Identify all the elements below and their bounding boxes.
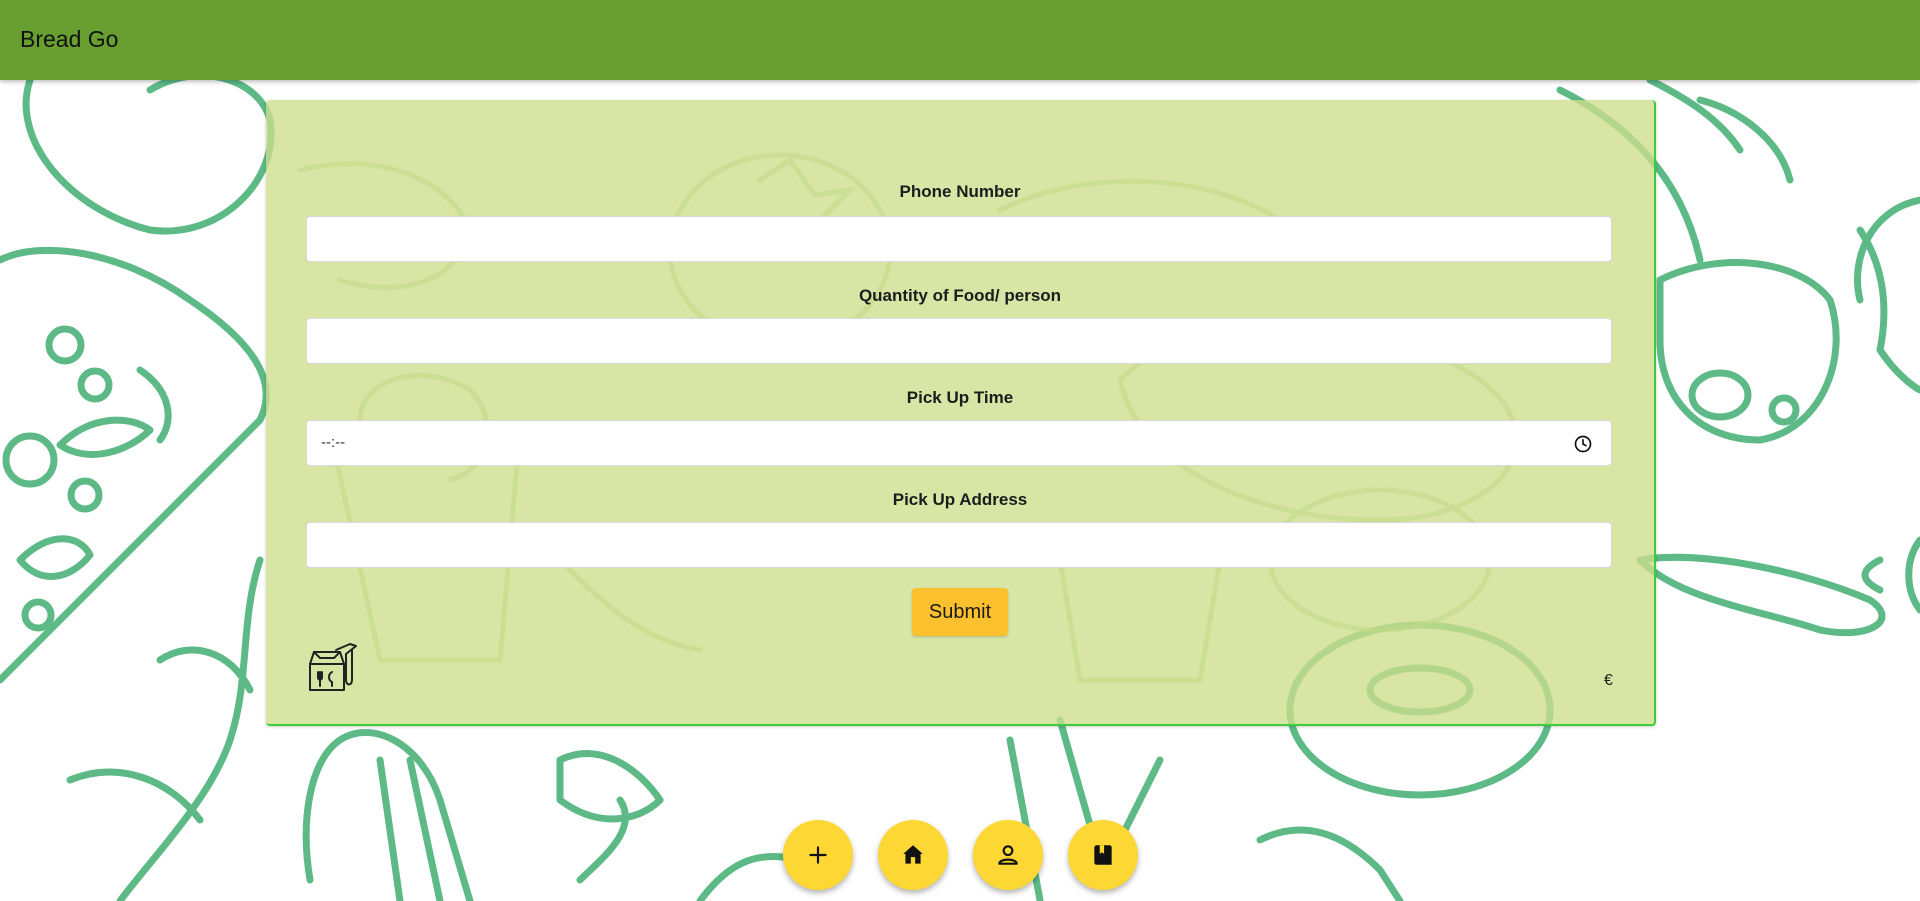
profile-fab-button[interactable] bbox=[973, 820, 1043, 890]
pickup-form-card: Phone Number Quantity of Food/ person Pi… bbox=[266, 100, 1656, 726]
quantity-input[interactable] bbox=[306, 318, 1612, 364]
phone-number-input[interactable] bbox=[306, 216, 1612, 262]
pickup-address-label: Pick Up Address bbox=[892, 490, 1028, 509]
clock-icon[interactable] bbox=[1573, 434, 1593, 454]
phone-number-label: Phone Number bbox=[899, 182, 1021, 201]
currency-symbol: € bbox=[1604, 672, 1613, 689]
book-icon bbox=[1094, 845, 1112, 865]
home-fab-button[interactable] bbox=[878, 820, 948, 890]
person-icon bbox=[998, 845, 1018, 865]
app-bar: Bread Go bbox=[0, 0, 1920, 80]
pickup-time-input[interactable]: --:-- bbox=[306, 420, 1612, 466]
add-fab-button[interactable] bbox=[783, 820, 853, 890]
time-value: --:-- bbox=[321, 434, 346, 451]
quantity-label: Quantity of Food/ person bbox=[858, 286, 1062, 305]
book-fab-button[interactable] bbox=[1068, 820, 1138, 890]
home-icon bbox=[903, 845, 923, 864]
app-title: Bread Go bbox=[20, 26, 119, 52]
food-bag-icon bbox=[309, 643, 357, 691]
submit-button[interactable]: Submit bbox=[912, 588, 1008, 636]
pickup-address-input[interactable] bbox=[306, 522, 1612, 568]
plus-icon bbox=[809, 846, 827, 864]
pickup-time-label: Pick Up Time bbox=[906, 388, 1014, 407]
